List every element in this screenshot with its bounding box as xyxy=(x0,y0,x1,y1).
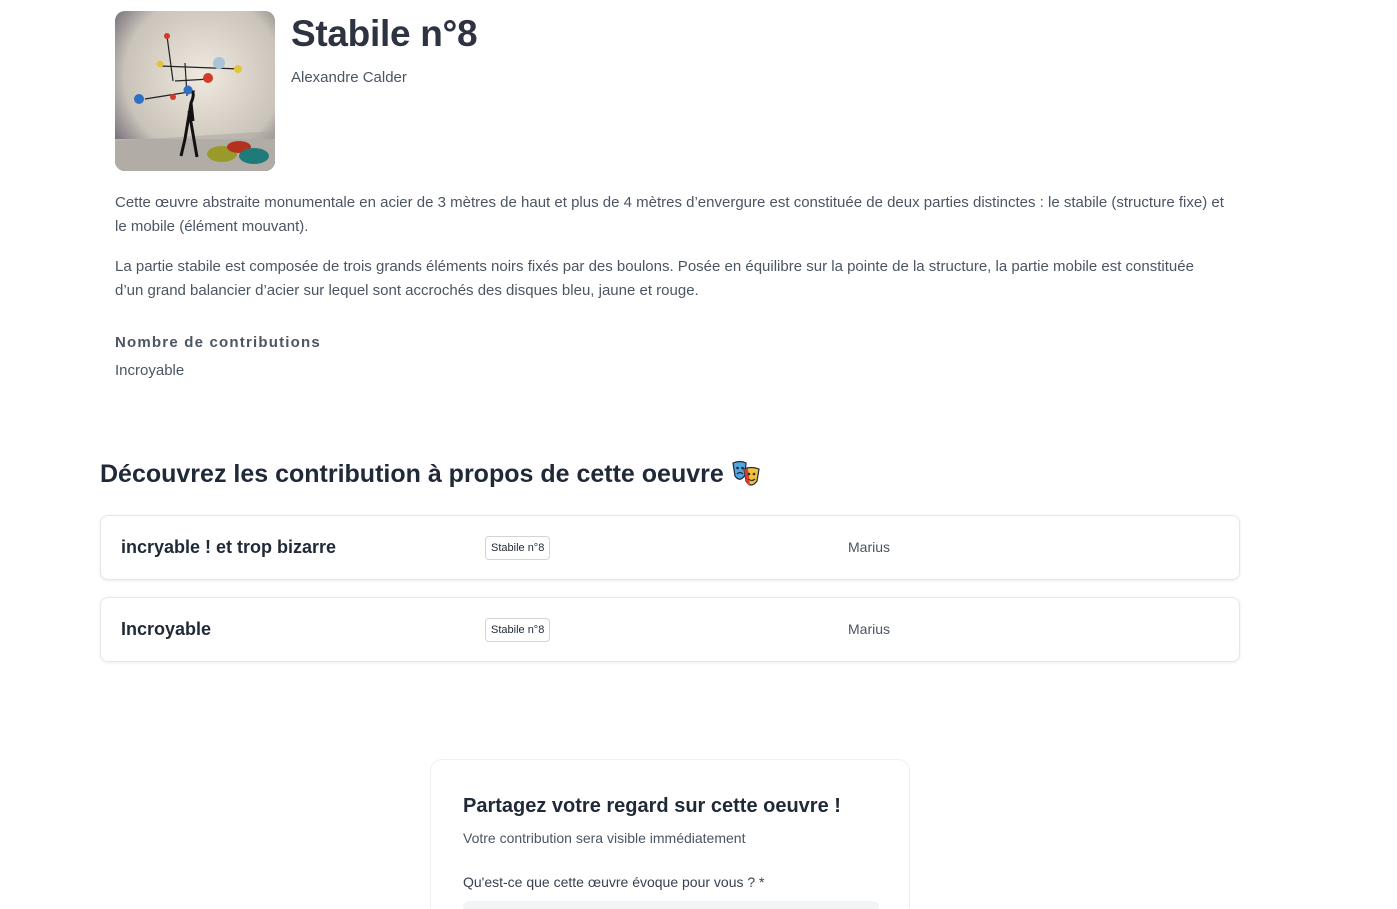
question-label: Qu'est-ce que cette œuvre évoque pour vo… xyxy=(463,874,765,890)
artwork-badge: Stabile n°8 xyxy=(485,618,551,642)
artwork-title: Stabile n°8 xyxy=(291,13,478,54)
form-title: Partagez votre regard sur cette oeuvre ! xyxy=(463,795,841,817)
contribution-card[interactable]: Incroyable Stabile n°8 Marius xyxy=(100,597,1240,662)
contribution-author: Marius xyxy=(848,539,891,555)
artist-name: Alexandre Calder xyxy=(291,69,407,86)
contribution-title: Incroyable xyxy=(121,619,212,639)
artwork-description: Cette œuvre abstraite monumentale en aci… xyxy=(115,191,1225,319)
section-title-text: Découvrez les contribution à propos de c… xyxy=(100,459,724,488)
contributions-section-title: Découvrez les contribution à propos de c… xyxy=(100,459,761,489)
artwork-photo xyxy=(115,11,275,171)
contribution-card[interactable]: incryable ! et trop bizarre Stabile n°8 … xyxy=(100,515,1240,580)
artwork-header: Stabile n°8 Alexandre Calder xyxy=(115,11,478,171)
artwork-badge: Stabile n°8 xyxy=(485,536,551,560)
description-paragraph: Cette œuvre abstraite monumentale en aci… xyxy=(115,194,1224,235)
description-paragraph: La partie stabile est composée de trois … xyxy=(115,258,1194,299)
contribution-author: Marius xyxy=(848,621,891,637)
contributions-count-label: Nombre de contributions xyxy=(115,334,321,351)
contribution-title: incryable ! et trop bizarre xyxy=(121,537,337,557)
artwork-image xyxy=(115,11,275,171)
title-block: Stabile n°8 Alexandre Calder xyxy=(291,11,478,171)
question-input[interactable] xyxy=(463,901,879,909)
contributions-count-value: Incroyable xyxy=(115,362,185,379)
contribution-form: Partagez votre regard sur cette oeuvre !… xyxy=(430,759,910,909)
theater-masks-icon xyxy=(731,459,761,489)
form-subtitle: Votre contribution sera visible immédiat… xyxy=(463,830,746,846)
